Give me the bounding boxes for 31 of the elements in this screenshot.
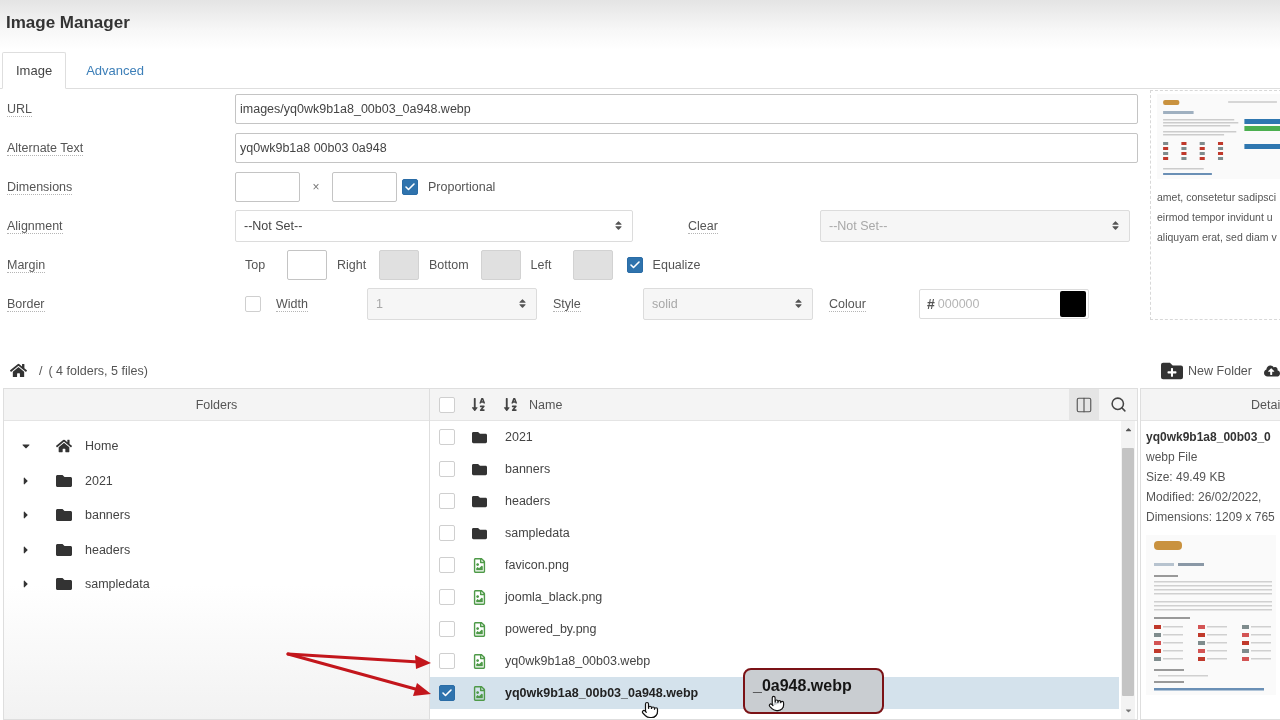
panel-title: Folders xyxy=(4,389,429,421)
dialog-title: Image Manager xyxy=(6,13,130,33)
field-label: Border xyxy=(7,297,45,312)
margin-label: Top xyxy=(245,258,266,272)
field-label: Alignment xyxy=(7,219,63,234)
margin-label: Bottom xyxy=(429,258,469,272)
file-modified: Modified: 26/02/2022, xyxy=(1146,489,1263,506)
hash-sign: # xyxy=(927,295,935,312)
field-label: Margin xyxy=(7,258,46,273)
margin-label: Right xyxy=(337,258,367,272)
drag-tooltip: _0a948.webp xyxy=(743,668,884,714)
file-title: yq0wk9b1a8_00b03_0 xyxy=(1146,429,1272,446)
file-type: webp File xyxy=(1146,449,1199,466)
preview-text: amet, consetetur sadipsci xyxy=(1157,190,1278,205)
dimension-separator: × xyxy=(311,179,321,194)
field-label: Style xyxy=(553,297,581,312)
file-dimensions: Dimensions: 1209 x 765 xyxy=(1146,509,1276,526)
file-size: Size: 49.49 KB xyxy=(1146,469,1227,486)
checkbox-label: Equalize xyxy=(652,257,701,272)
checkbox-label: Proportional xyxy=(428,179,496,194)
field-label: Alternate Text xyxy=(7,141,84,156)
field-label: Dimensions xyxy=(7,180,73,195)
field-label: Clear xyxy=(688,219,718,234)
field-label: URL xyxy=(7,102,32,117)
field-label: Width xyxy=(276,297,308,312)
preview-text: aliquyam erat, sed diam v xyxy=(1157,230,1278,245)
folder-summary: ( 4 folders, 5 files) xyxy=(48,363,148,378)
margin-label: Left xyxy=(530,258,552,272)
preview-text: eirmod tempor invidunt u xyxy=(1157,210,1274,225)
panel-title: Detai xyxy=(1141,389,1280,421)
field-label: Colour xyxy=(829,297,866,312)
